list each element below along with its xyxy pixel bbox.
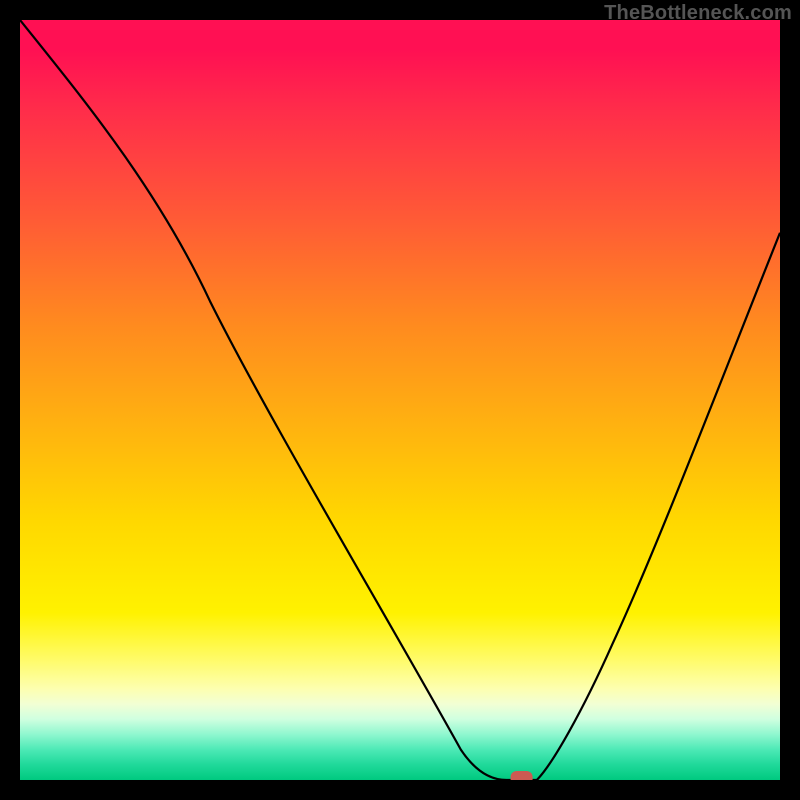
optimum-marker [511, 771, 533, 780]
bottleneck-curve [20, 20, 780, 780]
curve-layer [20, 20, 780, 780]
chart-container: TheBottleneck.com [0, 0, 800, 800]
watermark-text: TheBottleneck.com [604, 2, 792, 25]
plot-area [20, 20, 780, 780]
